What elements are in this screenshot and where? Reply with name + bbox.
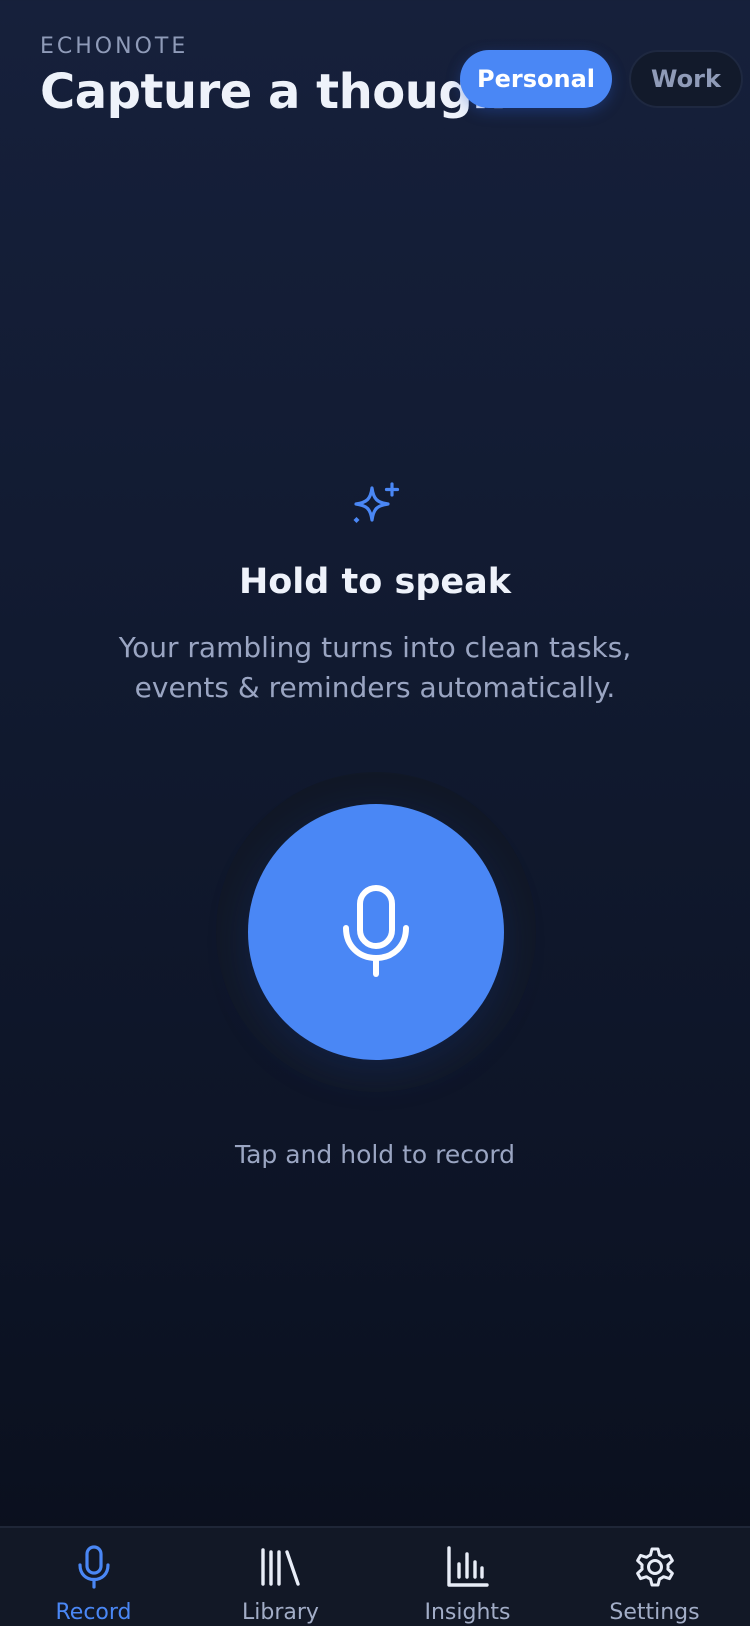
tab-library[interactable]: Library <box>187 1528 374 1626</box>
library-icon <box>261 1548 300 1586</box>
microphone-icon <box>343 885 409 977</box>
bar-chart-icon <box>447 1546 489 1587</box>
gear-icon <box>636 1547 674 1587</box>
app-brand: ECHONOTE <box>40 34 189 59</box>
tab-label: Insights <box>424 1600 511 1625</box>
tab-insights[interactable]: Insights <box>374 1528 561 1626</box>
tab-label: Settings <box>609 1600 700 1625</box>
record-hint: Tap and hold to record <box>234 1140 516 1169</box>
hero-title: Hold to speak <box>238 562 512 602</box>
tab-label: Library <box>242 1600 319 1625</box>
tab-label: Record <box>55 1600 132 1625</box>
mode-work-button[interactable]: Work <box>629 50 743 108</box>
sparkle-icon <box>353 482 400 523</box>
hero-subtitle: Your rambling turns into clean tasks, ev… <box>75 628 675 708</box>
page-title: Capture a thought <box>40 64 529 120</box>
mode-personal-button[interactable]: Personal <box>460 50 612 108</box>
microphone-icon <box>78 1545 110 1589</box>
tab-settings[interactable]: Settings <box>561 1528 748 1626</box>
tab-record[interactable]: Record <box>0 1528 187 1626</box>
header: ECHONOTE Capture a thought Personal Work <box>0 0 750 150</box>
record-button[interactable] <box>248 804 504 1060</box>
hero-subtitle-line: events & reminders automatically. <box>134 671 616 704</box>
hero-subtitle-line: Your rambling turns into clean tasks, <box>118 631 632 664</box>
bottom-tab-bar: Record Library Insights Settings <box>0 1526 750 1626</box>
